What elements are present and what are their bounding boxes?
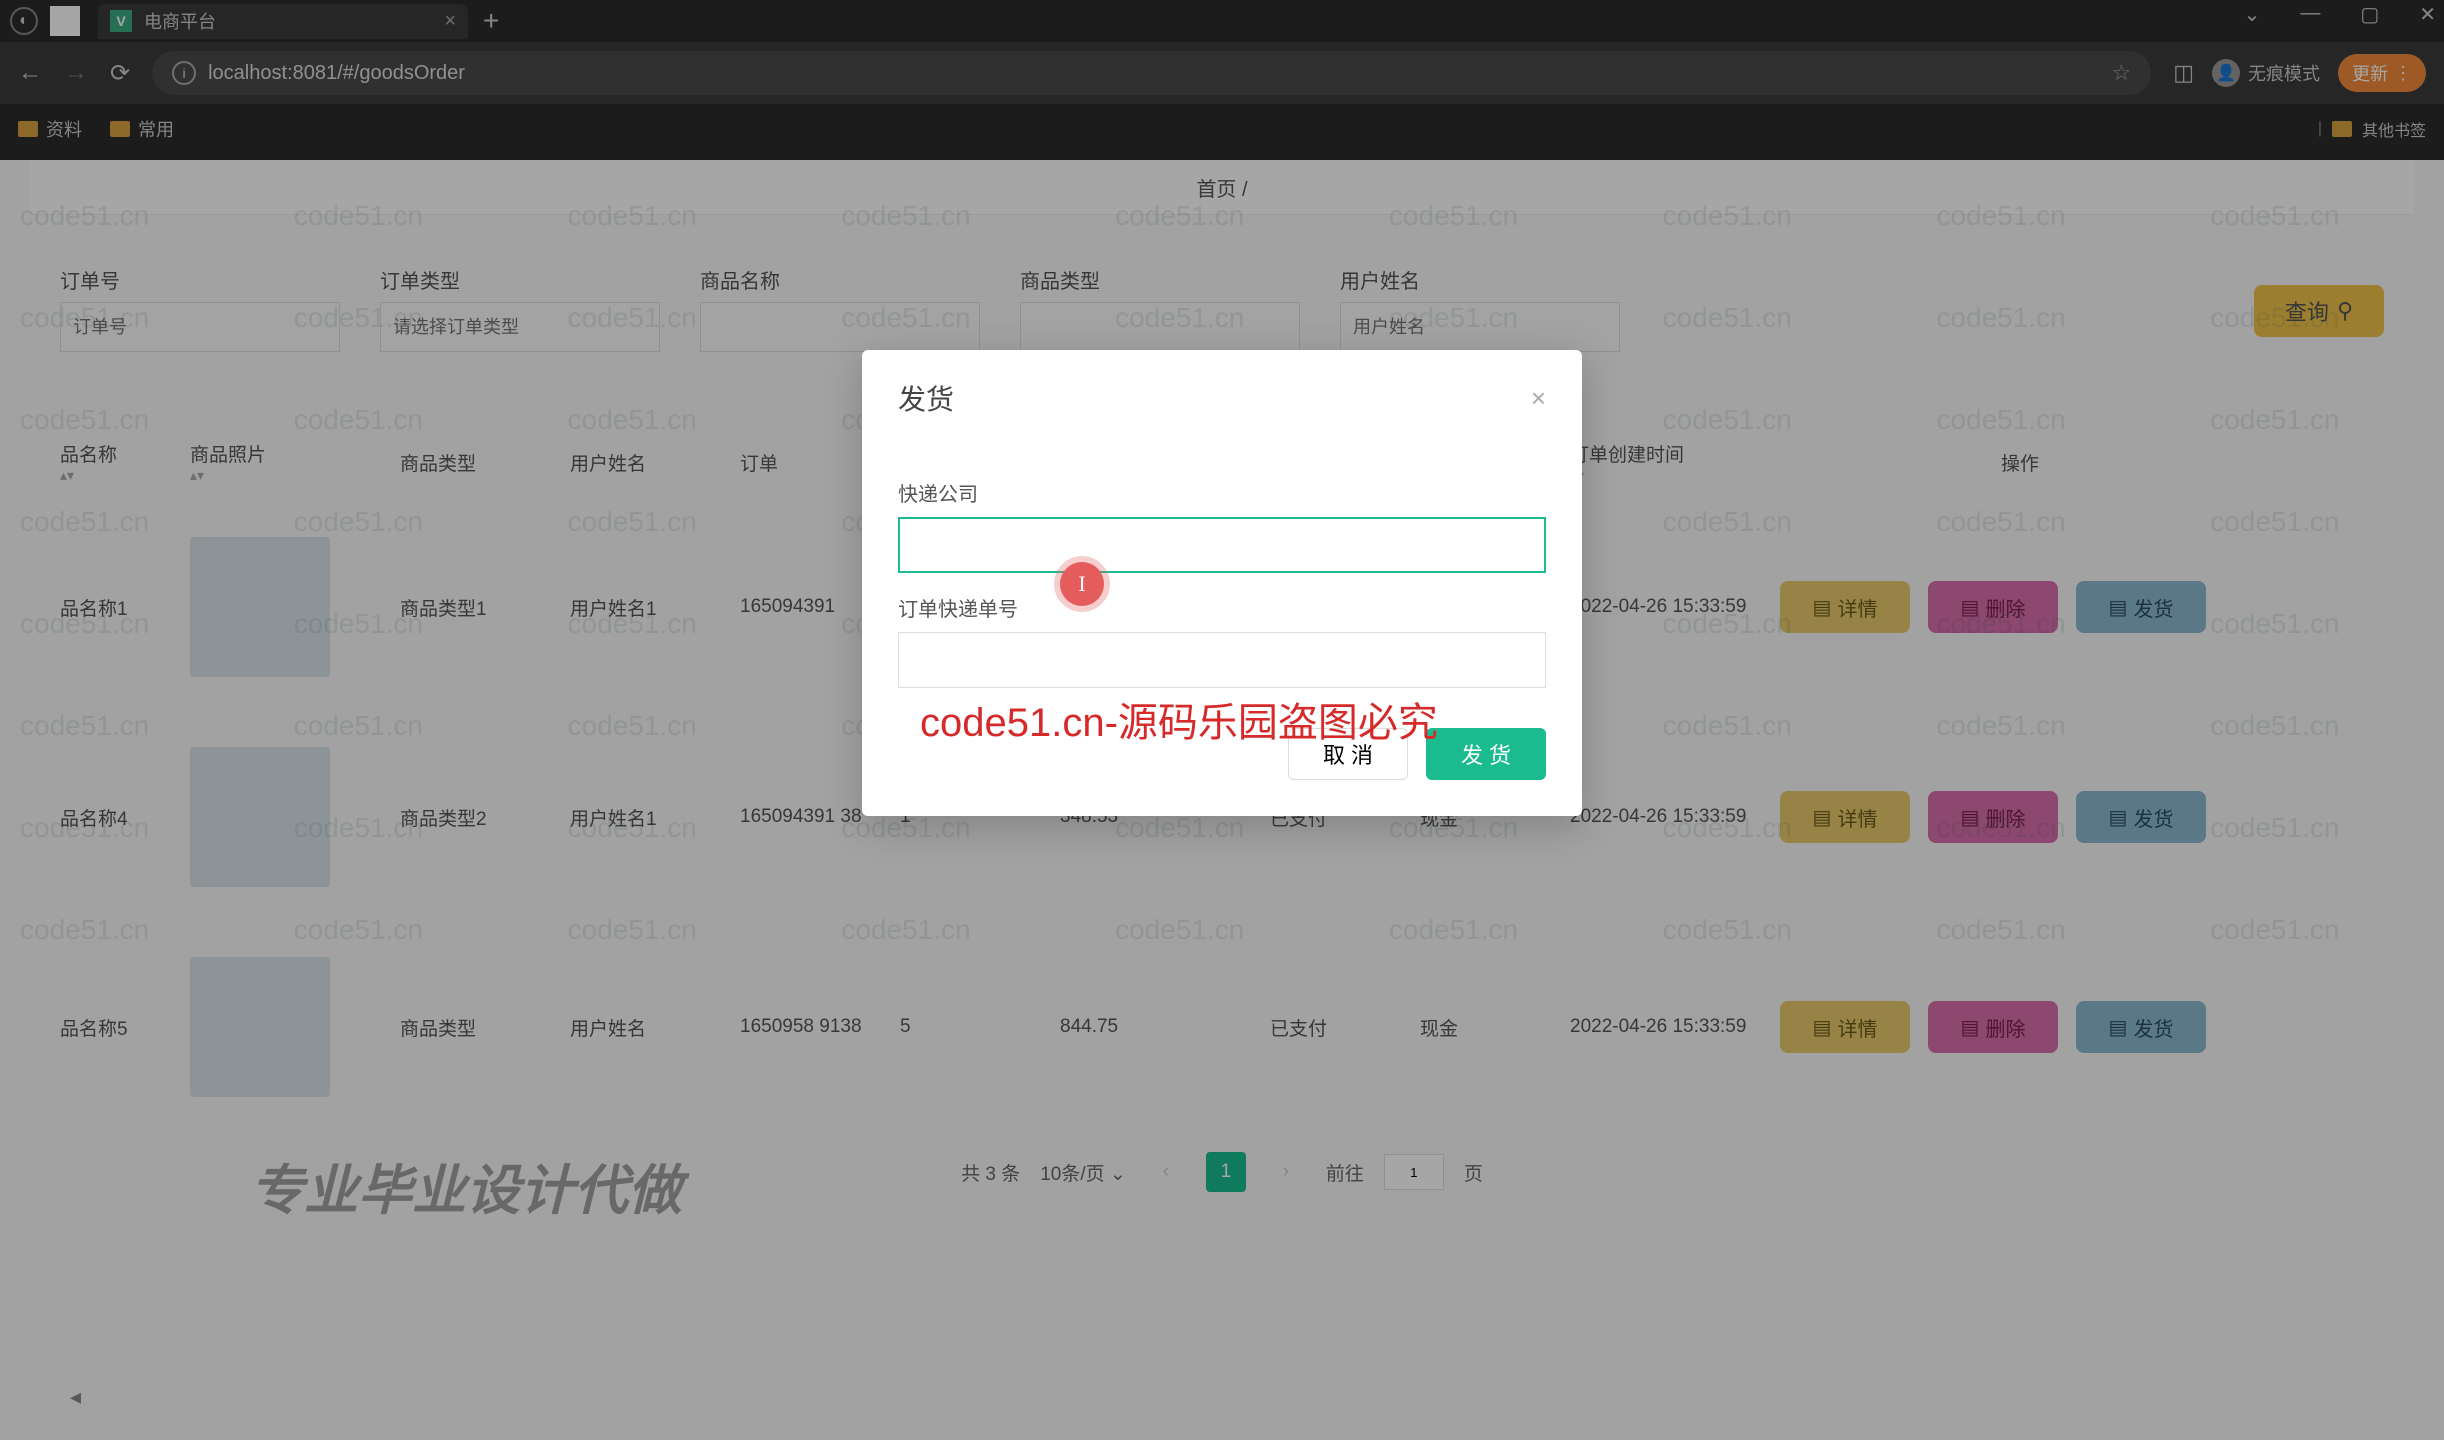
cursor-marker-icon: I <box>1060 562 1104 606</box>
tracking-no-input[interactable] <box>898 632 1546 688</box>
modal-title: 发货 <box>898 378 954 418</box>
courier-company-label: 快递公司 <box>898 478 1546 507</box>
tracking-no-label: 订单快递单号 <box>898 593 1546 622</box>
modal-close-icon[interactable]: × <box>1531 383 1546 414</box>
watermark-red: code51.cn-源码乐园盗图必究 <box>920 690 1438 748</box>
modal-body: 快递公司 订单快递单号 <box>862 438 1582 698</box>
courier-company-input[interactable] <box>898 517 1546 573</box>
modal-header: 发货 × <box>862 350 1582 438</box>
confirm-ship-button[interactable]: 发 货 <box>1426 728 1546 780</box>
